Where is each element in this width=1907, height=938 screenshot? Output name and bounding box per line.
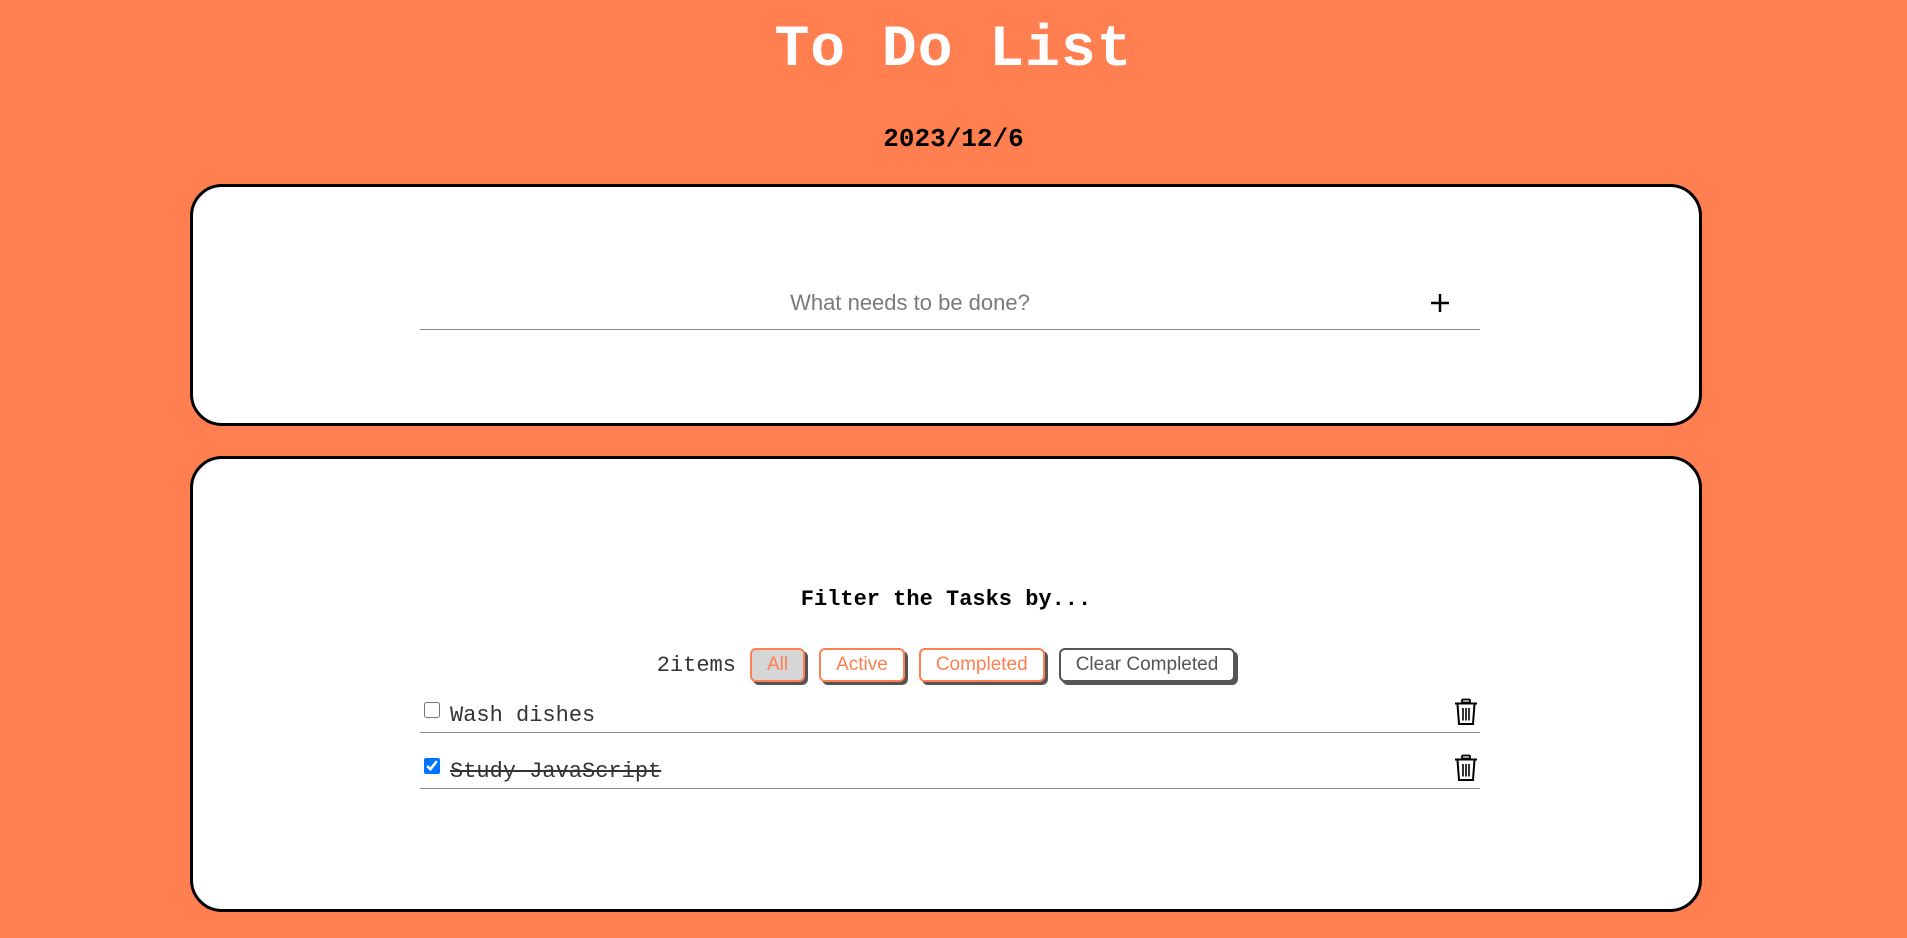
current-date: 2023/12/6: [883, 124, 1024, 154]
delete-task-button[interactable]: [1453, 698, 1479, 726]
task-list-card: Filter the Tasks by... 2items All Active…: [190, 456, 1702, 912]
items-count: 2items: [656, 652, 736, 678]
delete-task-button[interactable]: [1453, 754, 1479, 782]
add-task-button[interactable]: [1420, 283, 1460, 323]
task-checkbox[interactable]: [424, 758, 440, 774]
task-item: Wash dishes: [420, 696, 1480, 733]
new-task-input[interactable]: [420, 279, 1400, 327]
plus-icon: [1431, 294, 1449, 312]
task-item: Study JavaScript: [420, 752, 1480, 789]
add-task-card: [190, 184, 1702, 426]
task-text: Wash dishes: [450, 703, 596, 728]
clear-completed-button[interactable]: Clear Completed: [1058, 648, 1236, 682]
filter-completed-button[interactable]: Completed: [918, 648, 1045, 682]
trash-icon: [1455, 754, 1477, 781]
page-title: To Do List: [774, 18, 1133, 83]
filter-heading: Filter the Tasks by...: [800, 587, 1092, 612]
filter-bar: 2items All Active Completed Clear Comple…: [193, 645, 1699, 685]
filter-active-button[interactable]: Active: [819, 648, 905, 682]
add-task-row: [420, 279, 1480, 330]
filter-all-button[interactable]: All: [749, 648, 806, 682]
task-text: Study JavaScript: [450, 759, 662, 784]
trash-icon: [1455, 698, 1477, 725]
task-checkbox[interactable]: [424, 702, 440, 718]
